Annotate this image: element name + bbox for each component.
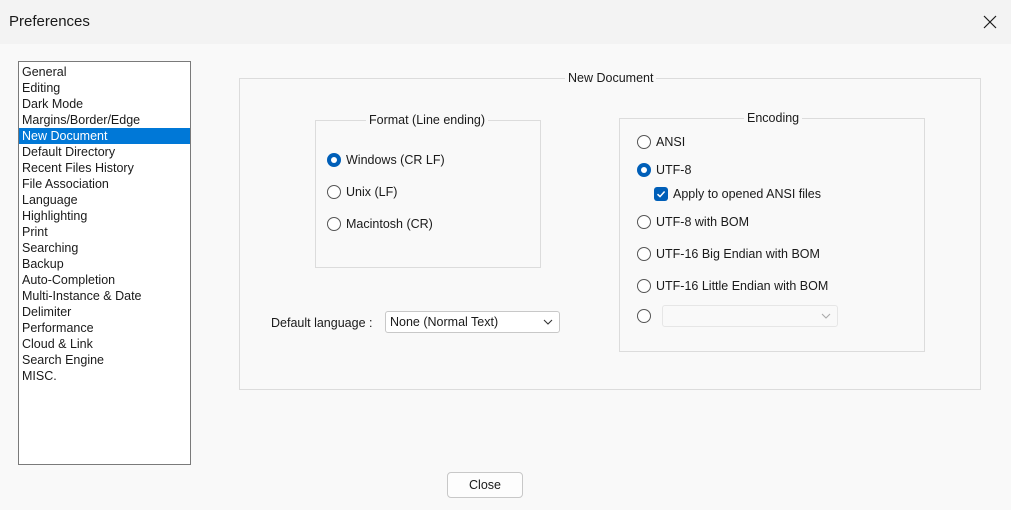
category-list[interactable]: General Editing Dark Mode Margins/Border/Ed… <box>18 61 191 465</box>
close-icon <box>983 15 997 29</box>
category-item[interactable]: Print <box>19 224 190 240</box>
chevron-down-icon <box>821 313 831 319</box>
category-item[interactable]: Search Engine <box>19 352 190 368</box>
radio-indicator <box>637 215 651 229</box>
radio-label: Unix (LF) <box>346 185 398 199</box>
radio-indicator <box>327 217 341 231</box>
close-button[interactable]: Close <box>447 472 523 498</box>
category-item[interactable]: Searching <box>19 240 190 256</box>
checkbox-indicator <box>654 187 668 201</box>
radio-indicator <box>637 135 651 149</box>
radio-indicator <box>327 153 341 167</box>
checkbox-label: Apply to opened ANSI files <box>673 187 822 201</box>
category-item[interactable]: Multi-Instance & Date <box>19 288 190 304</box>
category-item[interactable]: Backup <box>19 256 190 272</box>
category-item[interactable]: Editing <box>19 80 190 96</box>
radio-other-encoding[interactable] <box>637 307 656 325</box>
radio-label: ANSI <box>656 135 686 149</box>
window-title: Preferences <box>9 13 90 30</box>
radio-label: Windows (CR LF) <box>346 153 445 167</box>
category-item[interactable]: General <box>19 64 190 80</box>
category-item[interactable]: Language <box>19 192 190 208</box>
radio-macintosh-cr[interactable]: Macintosh (CR) <box>327 215 433 233</box>
radio-utf16-le[interactable]: UTF-16 Little Endian with BOM <box>637 277 828 295</box>
radio-label: UTF-8 with BOM <box>656 215 750 229</box>
category-item[interactable]: Auto-Completion <box>19 272 190 288</box>
category-item[interactable]: New Document <box>19 128 190 144</box>
category-item[interactable]: Recent Files History <box>19 160 190 176</box>
category-item[interactable]: Cloud & Link <box>19 336 190 352</box>
chevron-down-icon <box>543 319 553 325</box>
radio-utf8[interactable]: UTF-8 <box>637 161 691 179</box>
radio-label: UTF-16 Little Endian with BOM <box>656 279 829 293</box>
checkmark-icon <box>656 190 666 198</box>
window-close-button[interactable] <box>976 8 1004 36</box>
radio-indicator <box>637 279 651 293</box>
default-language-select[interactable]: None (Normal Text) <box>385 311 560 333</box>
radio-utf8-bom[interactable]: UTF-8 with BOM <box>637 213 749 231</box>
radio-unix-lf[interactable]: Unix (LF) <box>327 183 397 201</box>
format-group-title: Format (Line ending) <box>366 113 489 127</box>
category-item[interactable]: Default Directory <box>19 144 190 160</box>
new-document-group-title: New Document <box>565 71 657 85</box>
category-item[interactable]: Performance <box>19 320 190 336</box>
radio-label: Macintosh (CR) <box>346 217 433 231</box>
category-item[interactable]: Margins/Border/Edge <box>19 112 190 128</box>
radio-utf16-be[interactable]: UTF-16 Big Endian with BOM <box>637 245 820 263</box>
category-item[interactable]: File Association <box>19 176 190 192</box>
radio-indicator <box>637 163 651 177</box>
category-item[interactable]: Delimiter <box>19 304 190 320</box>
radio-label: UTF-8 <box>656 163 692 177</box>
radio-ansi[interactable]: ANSI <box>637 133 685 151</box>
default-language-label: Default language : <box>271 316 373 330</box>
title-bar: Preferences <box>0 0 1011 44</box>
category-item[interactable]: MISC. <box>19 368 190 384</box>
radio-windows-crlf[interactable]: Windows (CR LF) <box>327 151 445 169</box>
radio-label: UTF-16 Big Endian with BOM <box>656 247 820 261</box>
encoding-group-title: Encoding <box>744 111 803 125</box>
default-language-value: None (Normal Text) <box>390 315 499 329</box>
radio-indicator <box>637 247 651 261</box>
category-item[interactable]: Dark Mode <box>19 96 190 112</box>
other-encoding-select[interactable] <box>662 305 838 327</box>
radio-indicator <box>637 309 651 323</box>
apply-ansi-checkbox[interactable]: Apply to opened ANSI files <box>654 185 821 203</box>
radio-indicator <box>327 185 341 199</box>
category-item[interactable]: Highlighting <box>19 208 190 224</box>
